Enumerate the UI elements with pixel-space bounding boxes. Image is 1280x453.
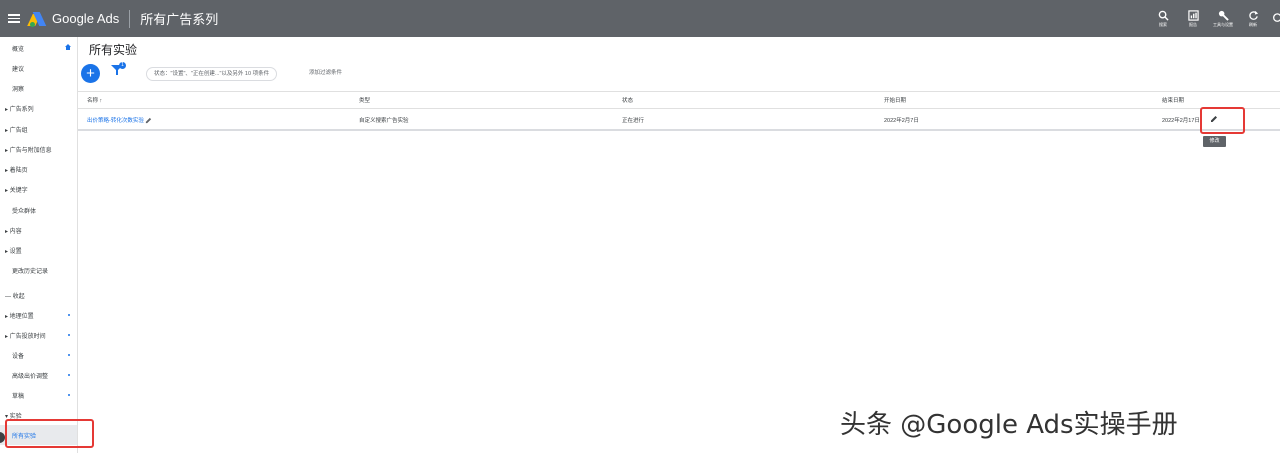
sidebar-item-ads-extensions[interactable]: ▸ 广告与附加信息 <box>0 139 77 159</box>
column-header-name[interactable]: 名称 ↑ <box>87 96 102 104</box>
help-button[interactable] <box>1270 13 1280 24</box>
report-icon <box>1187 9 1199 21</box>
tool-label: 工具与设置 <box>1213 21 1233 27</box>
sidebar-item-label: 设备 <box>12 353 25 360</box>
tool-label: 报告 <box>1189 21 1197 27</box>
main-content: 所有实验 + 1 状态："设置"、"正在创建..."以及另外 10 项条件 添加… <box>78 37 1280 453</box>
page-title: 所有实验 <box>89 43 138 57</box>
sidebar-item-label: 洞察 <box>12 86 25 93</box>
dot-indicator <box>68 374 70 376</box>
brand-name: Google Ads <box>52 11 120 26</box>
column-header-start-date[interactable]: 开始日期 <box>884 96 906 104</box>
column-header-status[interactable]: 状态 <box>622 96 633 104</box>
home-icon <box>65 44 71 50</box>
tool-label: 刷新 <box>1249 21 1257 27</box>
table-row: 出价策略-转化次数实验 自定义搜索广告实验 正在进行 2022年2月7日 202… <box>78 109 1280 131</box>
experiment-name-cell: 出价策略-转化次数实验 <box>87 116 152 124</box>
sidebar-collapse-toggle[interactable]: — 收起 <box>0 285 77 305</box>
sidebar-item-label: 更改历史记录 <box>12 268 49 275</box>
top-bar: Google Ads 所有广告系列 搜索 报告 工具与设置 刷新 <box>0 0 1280 37</box>
sidebar-item-ad-groups[interactable]: ▸ 广告组 <box>0 119 77 139</box>
sidebar-item-label: ▸ 广告与附加信息 <box>5 147 52 154</box>
sidebar-item-settings[interactable]: ▸ 设置 <box>0 240 77 260</box>
sidebar-item-devices[interactable]: 设备 <box>0 345 77 365</box>
sidebar: 概览 建议 洞察 ▸ 广告系列 ▸ 广告组 ▸ 广告与附加信息 ▸ 着陆页 ▸ … <box>0 37 78 453</box>
search-icon <box>1158 10 1169 21</box>
sidebar-item-label: 受众群体 <box>12 208 37 215</box>
dot-indicator <box>68 354 70 356</box>
dot-indicator <box>68 334 70 336</box>
watermark-text: 头条 @Google Ads实操手册 <box>840 410 1178 440</box>
toolbar: 搜索 报告 工具与设置 刷新 <box>1146 0 1280 37</box>
column-header-end-date[interactable]: 结束日期 <box>1162 96 1184 104</box>
edit-tooltip: 修改 <box>1203 136 1226 147</box>
end-date-cell: 2022年2月17日 <box>1162 118 1200 124</box>
sidebar-item-keywords[interactable]: ▸ 关键字 <box>0 179 77 199</box>
tools-settings-button[interactable]: 工具与设置 <box>1210 10 1236 28</box>
sidebar-item-label: 高级出价调整 <box>12 373 49 380</box>
help-icon <box>1272 13 1280 22</box>
sidebar-item-landing-pages[interactable]: ▸ 着陆页 <box>0 159 77 179</box>
start-date-cell: 2022年2月7日 <box>884 118 919 124</box>
filter-count-badge: 1 <box>119 62 126 69</box>
tool-label: 搜索 <box>1159 21 1167 27</box>
highlight-box-edit <box>1200 107 1245 134</box>
filter-chip[interactable]: 状态："设置"、"正在创建..."以及另外 10 项条件 <box>146 67 278 81</box>
experiment-type-cell: 自定义搜索广告实验 <box>359 118 409 124</box>
wrench-icon <box>1218 10 1229 21</box>
sidebar-item-label: — 收起 <box>5 293 25 300</box>
add-experiment-button[interactable]: + <box>81 64 100 83</box>
sidebar-item-overview[interactable]: 概览 <box>0 38 77 58</box>
sidebar-item-label: ▸ 广告组 <box>5 127 28 134</box>
sidebar-item-label: 建议 <box>12 66 25 73</box>
edit-pencil-icon[interactable] <box>145 117 152 124</box>
refresh-button[interactable]: 刷新 <box>1240 10 1266 28</box>
page-breadcrumb[interactable]: 所有广告系列 <box>140 9 218 28</box>
add-filter-link[interactable]: 添加过滤条件 <box>309 68 342 76</box>
sidebar-item-label: ▸ 关键字 <box>5 187 28 194</box>
sidebar-item-label: 概览 <box>12 46 25 53</box>
reports-tool-button[interactable]: 报告 <box>1180 9 1206 28</box>
sidebar-item-change-history[interactable]: 更改历史记录 <box>0 260 77 280</box>
sidebar-item-label: ▸ 广告系列 <box>5 106 34 113</box>
dot-indicator <box>68 314 70 316</box>
search-tool-button[interactable]: 搜索 <box>1150 10 1176 28</box>
refresh-icon <box>1248 10 1258 20</box>
sidebar-item-ad-schedule[interactable]: ▸ 广告投放时间 <box>0 325 77 345</box>
experiment-name-link[interactable]: 出价策略-转化次数实验 <box>87 118 144 124</box>
sidebar-item-advanced-bid-adjustments[interactable]: 高级出价调整 <box>0 365 77 385</box>
sidebar-item-label: 草稿 <box>12 393 25 400</box>
table-header: 名称 ↑ 类型 状态 开始日期 结束日期 <box>78 91 1280 109</box>
sidebar-item-label: ▸ 地理位置 <box>5 313 34 320</box>
sidebar-item-drafts[interactable]: 草稿 <box>0 385 77 405</box>
sidebar-item-locations[interactable]: ▸ 地理位置 <box>0 305 77 325</box>
sidebar-item-campaigns[interactable]: ▸ 广告系列 <box>0 98 77 118</box>
divider <box>129 9 131 28</box>
sidebar-item-label: ▸ 广告投放时间 <box>5 333 46 340</box>
sidebar-item-content[interactable]: ▸ 内容 <box>0 220 77 240</box>
experiment-status-cell: 正在进行 <box>622 118 645 124</box>
sidebar-item-label: ▸ 内容 <box>5 228 22 235</box>
dot-indicator <box>68 394 70 396</box>
sidebar-item-audiences[interactable]: 受众群体 <box>0 200 77 220</box>
google-ads-logo-icon <box>27 11 47 27</box>
column-header-type[interactable]: 类型 <box>359 96 370 104</box>
sidebar-item-label: ▸ 设置 <box>5 248 22 255</box>
menu-icon[interactable] <box>8 14 20 23</box>
sidebar-item-recommendations[interactable]: 建议 <box>0 58 77 78</box>
sidebar-item-insights[interactable]: 洞察 <box>0 78 77 98</box>
sidebar-item-label: ▸ 着陆页 <box>5 167 28 174</box>
